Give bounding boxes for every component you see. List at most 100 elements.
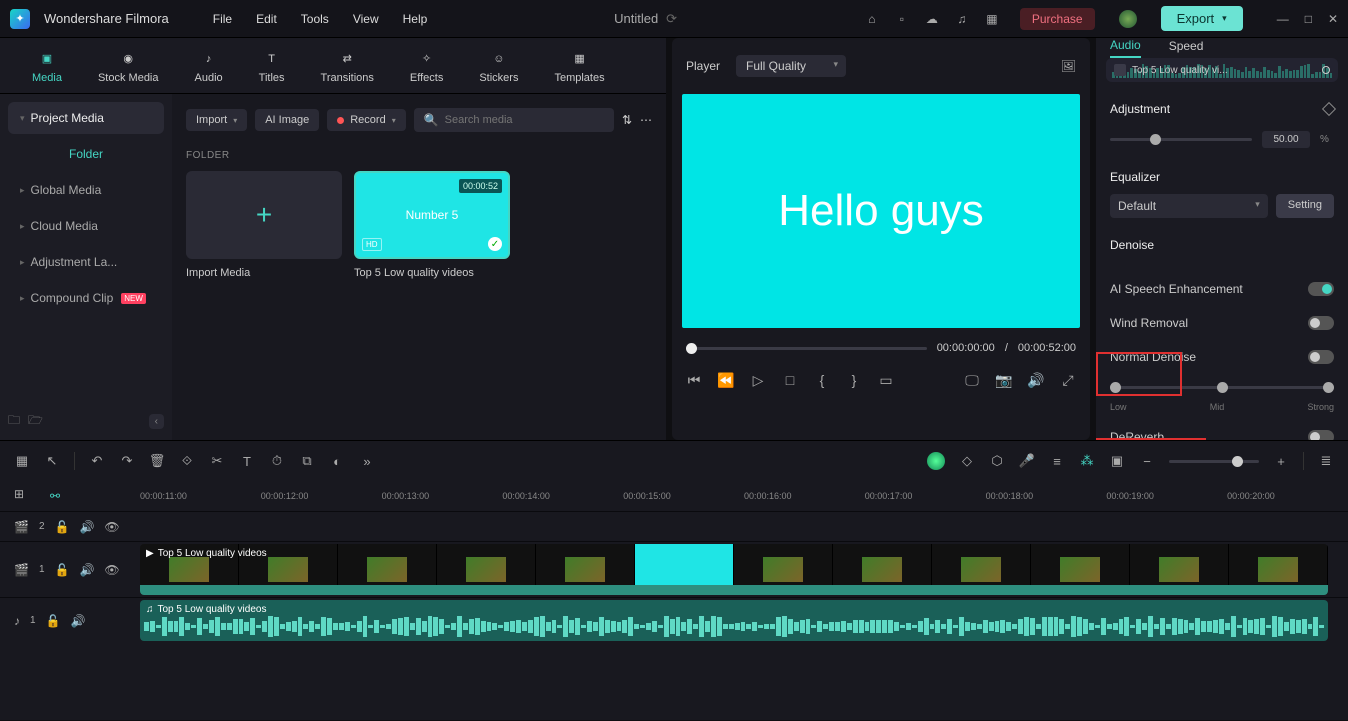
save-icon[interactable]: ▫ xyxy=(894,11,910,27)
headphones-icon[interactable]: ♫ xyxy=(954,11,970,27)
speed-icon[interactable]: ⏱ xyxy=(269,453,285,469)
audio-clip[interactable]: ♫Top 5 Low quality videos xyxy=(140,600,1328,641)
split-icon[interactable]: ✂ xyxy=(209,453,225,469)
render-icon[interactable]: ▣ xyxy=(1109,453,1125,469)
window-maximize[interactable]: □ xyxy=(1305,12,1312,26)
color-icon[interactable]: ⧉ xyxy=(299,453,315,469)
device-icon[interactable]: ⌂ xyxy=(864,11,880,27)
marker-icon[interactable]: ◇ xyxy=(959,453,975,469)
import-button[interactable]: Import▾ xyxy=(186,109,247,131)
aspect-icon[interactable]: ▭ xyxy=(878,372,894,388)
menu-tools[interactable]: Tools xyxy=(301,12,329,26)
user-avatar[interactable] xyxy=(1119,10,1137,28)
tab-templates[interactable]: ▦Templates xyxy=(536,48,622,84)
tab-stock-media[interactable]: ◉Stock Media xyxy=(80,48,177,84)
zoom-in-icon[interactable]: + xyxy=(1273,453,1289,469)
quality-select[interactable]: Full Quality xyxy=(736,55,846,77)
tab-transitions[interactable]: ⇄Transitions xyxy=(303,48,392,84)
tl-layout-icon[interactable]: ▦ xyxy=(14,453,30,469)
menu-edit[interactable]: Edit xyxy=(256,12,277,26)
sidebar-item-folder[interactable]: Folder xyxy=(8,138,164,170)
export-button[interactable]: Export ▾ xyxy=(1161,6,1243,31)
tab-audio[interactable]: ♪Audio xyxy=(177,48,241,84)
record-button[interactable]: Record▾ xyxy=(327,109,405,131)
menu-view[interactable]: View xyxy=(353,12,379,26)
tab-effects[interactable]: ✧Effects xyxy=(392,48,461,84)
tab-titles[interactable]: TTitles xyxy=(241,48,303,84)
window-close[interactable]: ✕ xyxy=(1328,12,1338,26)
mute-icon[interactable]: 🔊 xyxy=(79,563,94,577)
keyframe-diamond-icon[interactable] xyxy=(1322,102,1336,116)
denoise-level-slider[interactable] xyxy=(1110,386,1334,389)
volume-icon[interactable]: 🔊 xyxy=(1028,372,1044,388)
audio-clip-card[interactable]: Top 5 Low quality vi... xyxy=(1106,58,1338,82)
menu-file[interactable]: File xyxy=(213,12,232,26)
delete-icon[interactable]: 🗑 xyxy=(149,453,165,469)
mute-icon[interactable]: 🔊 xyxy=(71,614,86,628)
timeline-ruler[interactable]: ⊞ ⚯ 00:00:11:00 00:00:12:00 00:00:13:00 … xyxy=(0,481,1348,511)
mic-icon[interactable]: 🎤 xyxy=(1019,453,1035,469)
lock-icon[interactable]: 🔓 xyxy=(55,563,70,577)
apps-icon[interactable]: ▦ xyxy=(984,11,1000,27)
step-back-icon[interactable]: ⏪ xyxy=(718,372,734,388)
seek-slider[interactable] xyxy=(686,347,927,350)
camera-icon[interactable]: 📷 xyxy=(996,372,1012,388)
equalizer-select[interactable]: Default xyxy=(1110,194,1268,218)
mixer-icon[interactable]: ≡ xyxy=(1049,453,1065,469)
search-input[interactable] xyxy=(445,114,604,126)
ai-speech-toggle[interactable] xyxy=(1308,282,1334,296)
sidebar-item-cloud-media[interactable]: ▸Cloud Media xyxy=(8,210,164,242)
adjustment-slider[interactable] xyxy=(1110,138,1252,141)
cloud-upload-icon[interactable]: ☁ xyxy=(924,11,940,27)
sidebar-item-project-media[interactable]: ▾Project Media xyxy=(8,102,164,134)
zoom-out-icon[interactable]: − xyxy=(1139,453,1155,469)
search-input-wrapper[interactable]: 🔍 xyxy=(414,108,614,132)
more-tools-icon[interactable]: » xyxy=(359,453,375,469)
window-minimize[interactable]: — xyxy=(1277,12,1289,26)
fullscreen-icon[interactable]: ⤢ xyxy=(1060,372,1076,388)
ai-image-button[interactable]: AI Image xyxy=(255,109,319,131)
dereverb-toggle[interactable] xyxy=(1308,430,1334,440)
sync-icon[interactable]: ⟳ xyxy=(666,11,677,27)
more-icon[interactable]: ⋯ xyxy=(640,113,652,127)
wind-removal-toggle[interactable] xyxy=(1308,316,1334,330)
sidebar-item-global-media[interactable]: ▸Global Media xyxy=(8,174,164,206)
media-clip-tile[interactable]: Number 5 00:00:52 HD ✓ Top 5 Low quality… xyxy=(354,171,510,279)
undo-icon[interactable]: ↶ xyxy=(89,453,105,469)
mask-icon[interactable]: ◐ xyxy=(329,453,345,469)
add-track-icon[interactable]: ⊞ xyxy=(14,487,32,505)
tl-cursor-icon[interactable]: ↖ xyxy=(44,453,60,469)
snapshot-icon[interactable]: 🖼 xyxy=(1061,59,1076,73)
normal-denoise-toggle[interactable] xyxy=(1308,350,1334,364)
lock-icon[interactable]: 🔓 xyxy=(46,614,61,628)
filter-icon[interactable]: ⇅ xyxy=(622,113,632,127)
zoom-slider[interactable] xyxy=(1169,460,1259,463)
right-tab-audio[interactable]: Audio xyxy=(1110,38,1141,58)
mute-icon[interactable]: 🔊 xyxy=(79,520,94,534)
eye-icon[interactable]: 👁 xyxy=(104,520,119,534)
mark-out-icon[interactable]: } xyxy=(846,372,862,388)
tab-stickers[interactable]: ☺Stickers xyxy=(461,48,536,84)
tl-view-icon[interactable]: ≣ xyxy=(1318,453,1334,469)
collapse-sidebar[interactable]: ‹ xyxy=(149,414,164,429)
video-preview[interactable]: Hello guys xyxy=(682,94,1080,328)
document-title[interactable]: Untitled xyxy=(614,11,658,26)
auto-icon[interactable]: ⁂ xyxy=(1079,453,1095,469)
ai-orb-icon[interactable] xyxy=(927,452,945,470)
shield-icon[interactable]: ⬡ xyxy=(989,453,1005,469)
sidebar-item-adjustment-layer[interactable]: ▸Adjustment La... xyxy=(8,246,164,278)
link-icon[interactable]: ⚯ xyxy=(50,489,60,503)
play-icon[interactable]: ▷ xyxy=(750,372,766,388)
display-icon[interactable]: 🖵 xyxy=(964,372,980,388)
eye-icon[interactable]: 👁 xyxy=(104,563,119,577)
menu-help[interactable]: Help xyxy=(403,12,428,26)
stop-icon[interactable]: □ xyxy=(782,372,798,388)
media-import-tile[interactable]: + Import Media xyxy=(186,171,342,279)
keyframe-dot-icon[interactable] xyxy=(1322,66,1330,74)
sidebar-item-compound-clip[interactable]: ▸Compound ClipNEW xyxy=(8,282,164,314)
prev-frame-icon[interactable]: ⏮ xyxy=(686,372,702,388)
new-bin-icon[interactable]: 🗁 xyxy=(28,411,43,432)
adjustment-value[interactable]: 50.00 xyxy=(1262,131,1310,148)
text-icon[interactable]: T xyxy=(239,453,255,469)
lock-icon[interactable]: 🔓 xyxy=(55,520,70,534)
